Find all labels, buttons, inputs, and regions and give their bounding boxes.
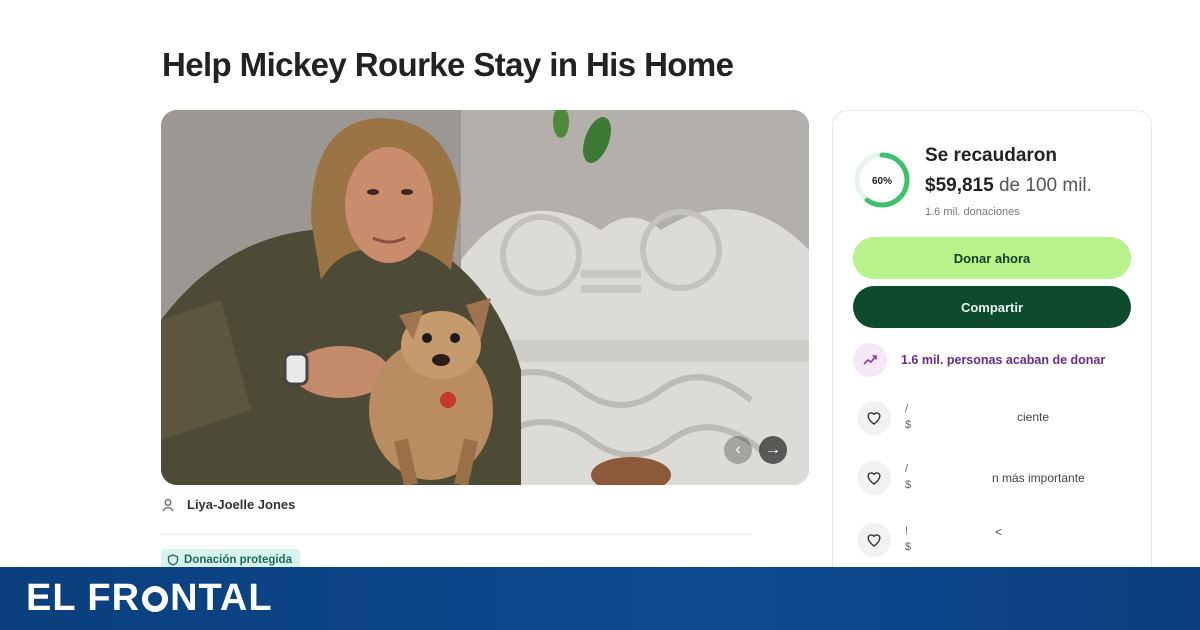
- recent-activity[interactable]: 1.6 mil. personas acaban de donar: [853, 343, 1105, 377]
- donor-tag: ciente: [1017, 410, 1050, 424]
- organizer: Liya-Joelle Jones: [161, 497, 295, 512]
- page-title: Help Mickey Rourke Stay in His Home: [162, 46, 734, 83]
- carousel-next-button[interactable]: →: [759, 436, 787, 464]
- progress-label: 60%: [872, 176, 892, 187]
- donor-item: ! $ <: [857, 523, 1002, 557]
- badge-label: Donación protegida: [184, 554, 292, 566]
- donor-tag: <: [995, 525, 1003, 539]
- footer-banner: EL FR NTAL: [0, 567, 1200, 630]
- site-logo[interactable]: EL FR NTAL: [26, 577, 273, 620]
- donor-fragments: / $: [905, 463, 912, 491]
- campaign-photo[interactable]: ‹ →: [161, 110, 809, 485]
- heart-hand-icon: [857, 523, 891, 557]
- organizer-name[interactable]: Liya-Joelle Jones: [187, 497, 295, 512]
- donation-card: 60% Se recaudaron $59,815 de 100 mil. 1.…: [832, 110, 1152, 592]
- donor-fragments: / $: [905, 403, 912, 431]
- donor-fragments: ! $: [905, 525, 912, 553]
- campaign-photo-illustration: [161, 110, 809, 485]
- trending-up-icon: [853, 343, 887, 377]
- raised-amount: $59,815: [925, 175, 994, 196]
- logo-o-ring: [142, 586, 169, 612]
- donate-now-button[interactable]: Donar ahora: [853, 237, 1131, 279]
- heart-hand-icon: [857, 461, 891, 495]
- donor-item: / $ ciente: [857, 401, 1049, 435]
- person-icon: [162, 498, 174, 511]
- donations-count: 1.6 mil. donaciones: [925, 206, 1020, 218]
- shield-icon: [167, 554, 179, 566]
- carousel-prev-button[interactable]: ‹: [724, 436, 752, 464]
- progress-ring: 60%: [854, 152, 910, 208]
- donor-tag: n más importante: [992, 471, 1085, 485]
- share-button[interactable]: Compartir: [853, 286, 1131, 328]
- divider: [161, 534, 751, 535]
- raised-label: Se recaudaron: [925, 145, 1057, 166]
- goal-text: de 100 mil.: [998, 175, 1092, 196]
- donor-item: / $ n más importante: [857, 461, 1085, 495]
- amount-line: $59,815 de 100 mil.: [925, 175, 1092, 197]
- heart-hand-icon: [857, 401, 891, 435]
- recent-activity-text: 1.6 mil. personas acaban de donar: [901, 353, 1106, 367]
